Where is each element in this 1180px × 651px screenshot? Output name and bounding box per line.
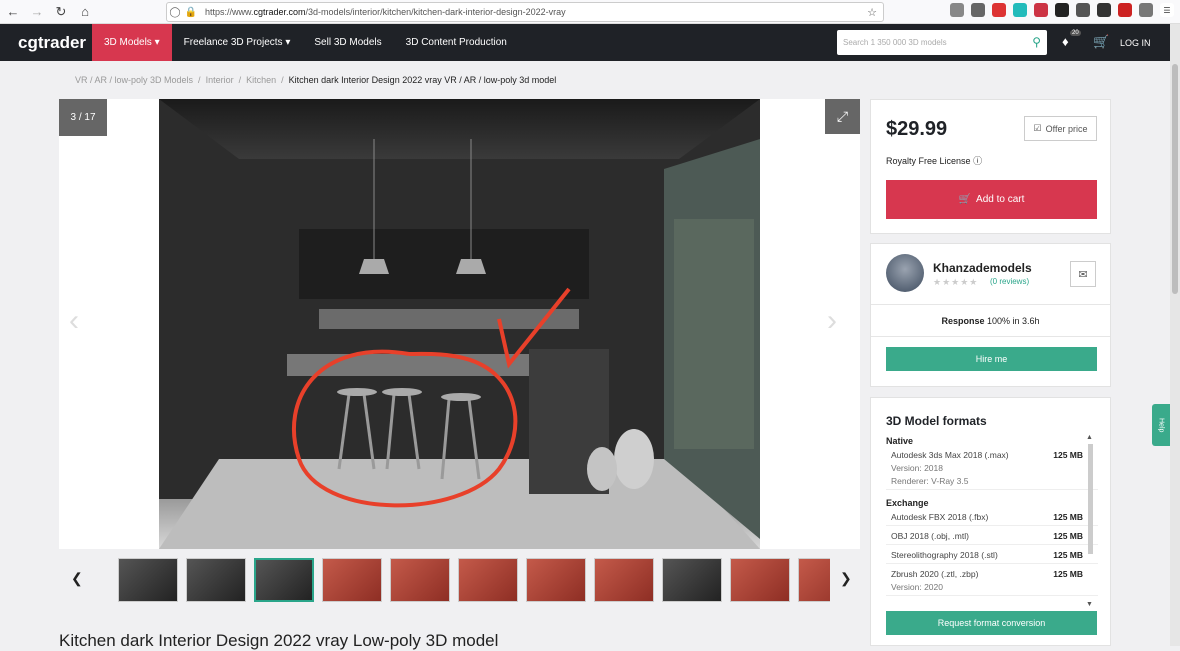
extension-icons: ☰ [950,3,1174,17]
formats-scrollbar[interactable]: ▲ ▼ [1085,434,1095,608]
page-title: Kitchen dark Interior Design 2022 vray L… [59,631,499,650]
rating-stars: ★★★★★ [933,277,979,287]
fullscreen-icon[interactable]: ⤢ [825,99,860,134]
author-name[interactable]: Khanzademodels [933,261,1032,275]
mail-icon: ✉ [1078,268,1088,281]
nav-3d-models[interactable]: 3D Models ▾ [92,24,172,61]
image-gallery: 3 / 17 ⤢ ‹ › [59,99,860,549]
offer-price-button[interactable]: ☑ Offer price [1024,116,1097,141]
nav-freelance[interactable]: Freelance 3D Projects ▾ [172,24,303,61]
format-row: Stereolithography 2018 (.stl) 125 MB [886,550,1098,564]
thumbnail[interactable] [118,558,178,602]
prev-image-icon[interactable]: ‹ [69,304,79,338]
lock-icon[interactable]: 🔒 [183,7,199,18]
formats-card: 3D Model formats Native Autodesk 3ds Max… [870,397,1111,646]
page-scrollbar[interactable] [1170,24,1180,646]
format-row: Autodesk FBX 2018 (.fbx) 125 MB [886,512,1098,526]
cart-icon: 🛒 [958,194,972,205]
breadcrumb-item[interactable]: Interior [206,75,234,85]
thumbnail[interactable] [186,558,246,602]
login-link[interactable]: LOG IN [1120,38,1151,48]
thumbnail[interactable] [730,558,790,602]
thumbnails [118,558,830,604]
avatar[interactable] [886,254,924,292]
author-card: Khanzademodels ★★★★★ (0 reviews) ✉ Respo… [870,243,1111,387]
thumbnail-strip: ❮ ❯ [59,556,860,606]
reload-icon[interactable]: ↻ [50,1,72,23]
message-button[interactable]: ✉ [1070,261,1096,287]
breadcrumb: VR / AR / low-poly 3D Models / Interior / … [75,75,557,85]
chevron-down-icon: ▾ [154,37,160,48]
hire-me-button[interactable]: Hire me [886,347,1097,371]
info-icon[interactable]: ⓘ [973,156,982,166]
thumbs-next-icon[interactable]: ❯ [840,570,852,587]
next-image-icon[interactable]: › [827,304,837,338]
pocket-icon[interactable] [950,3,964,17]
notification-badge: 20 [1070,30,1081,36]
thumbnail[interactable] [526,558,586,602]
forward-icon[interactable]: → [26,1,48,23]
thumbs-prev-icon[interactable]: ❮ [71,570,83,587]
search-icon[interactable]: ⚲ [1032,35,1041,49]
add-to-cart-button[interactable]: 🛒 Add to cart [886,180,1097,219]
notification-icon[interactable] [1097,3,1111,17]
browser-toolbar: ← → ↻ ⌂ ◯ 🔒 https://www.cgtrader.com/3d-… [0,0,1180,24]
url-text: https://www.cgtrader.com/3d-models/inter… [205,7,566,17]
thumbnail[interactable] [322,558,382,602]
breadcrumb-current: Kitchen dark Interior Design 2022 vray V… [288,75,557,85]
help-tab[interactable]: Help [1152,404,1170,446]
f-extension-icon[interactable] [1055,3,1069,17]
price-card: $29.99 ☑ Offer price Royalty Free License… [870,99,1111,234]
bookmark-star-icon[interactable]: ☆ [867,6,877,19]
menu-icon[interactable]: ☰ [1160,3,1174,17]
response-rate: Response 100% in 3.6h [941,316,1040,326]
nav-sell[interactable]: Sell 3D Models [302,24,393,61]
thumbnail[interactable] [662,558,722,602]
logo[interactable]: cgtrader [18,33,92,53]
shield-icon[interactable]: ◯ [167,7,183,18]
image-counter: 3 / 17 [59,99,107,136]
chevron-down-icon: ▾ [285,37,291,48]
handshake-icon: ☑ [1033,123,1042,133]
address-bar[interactable]: ◯ 🔒 https://www.cgtrader.com/3d-models/i… [166,2,884,22]
adblock-icon[interactable] [992,3,1006,17]
cart-icon[interactable]: 🛒 [1093,34,1109,50]
thumbnail[interactable] [458,558,518,602]
native-label: Native [886,436,914,446]
back-icon[interactable]: ← [2,1,24,23]
site-header: cgtrader 3D Models ▾ Freelance 3D Projec… [0,24,1170,61]
formats-list: Native Autodesk 3ds Max 2018 (.max) 125 … [886,434,1098,608]
format-row: Zbrush 2020 (.ztl, .zbp) 125 MB Version: 2… [886,569,1098,596]
reviews-link[interactable]: (0 reviews) [990,277,1029,286]
barcode-icon[interactable] [1076,3,1090,17]
exchange-label: Exchange [886,498,929,508]
thumbnail[interactable] [594,558,654,602]
request-conversion-button[interactable]: Request format conversion [886,611,1097,635]
extension-icon[interactable] [1034,3,1048,17]
search-input[interactable]: Search 1 350 000 3D models ⚲ [837,30,1047,55]
function-icon[interactable] [1139,3,1153,17]
nav-content-production[interactable]: 3D Content Production [394,24,519,61]
library-icon[interactable] [971,3,985,17]
thumbnail[interactable] [254,558,314,602]
thumbnail[interactable] [798,558,830,602]
format-row: Autodesk 3ds Max 2018 (.max) 125 MB Vers… [886,450,1098,490]
bell-icon[interactable]: ♦ [1062,34,1069,49]
product-image[interactable] [159,99,760,549]
cloud-icon[interactable] [1013,3,1027,17]
license-label: Royalty Free License ⓘ [886,156,983,166]
formats-title: 3D Model formats [886,414,987,428]
breadcrumb-item[interactable]: Kitchen [246,75,276,85]
thumbnail[interactable] [390,558,450,602]
breadcrumb-item[interactable]: VR / AR / low-poly 3D Models [75,75,193,85]
red-extension-icon[interactable] [1118,3,1132,17]
format-row: OBJ 2018 (.obj, .mtl) 125 MB [886,531,1098,545]
home-icon[interactable]: ⌂ [74,1,96,23]
price: $29.99 [886,118,948,140]
